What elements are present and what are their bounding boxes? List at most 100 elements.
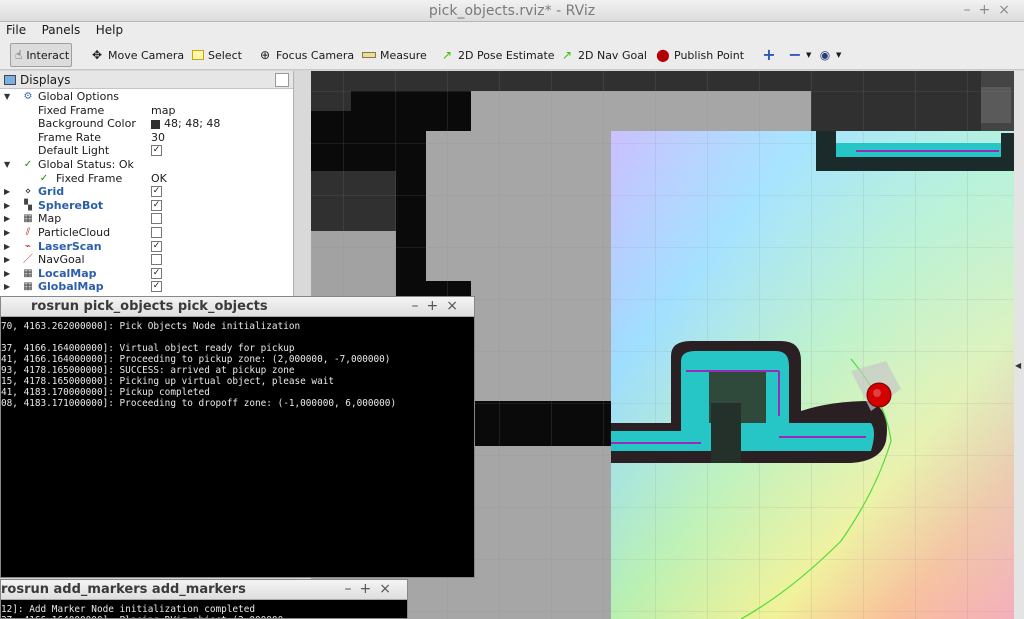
display-row[interactable]: ▶ ▦ LocalMap ✓ (0, 267, 292, 281)
terminal-controls: –+× (412, 298, 466, 314)
terminal-titlebar: rosrun add_markers add_markers –+× (1, 580, 407, 600)
menu-file[interactable]: File (0, 22, 32, 38)
select-tool-button[interactable]: Select (188, 43, 246, 67)
particle-cloud-icon: ⫽ (25, 227, 31, 238)
displays-close-box[interactable] (275, 73, 289, 87)
display-row[interactable]: ✓ Fixed Frame OK (0, 172, 292, 186)
minus-icon: − (788, 45, 802, 64)
display-row[interactable]: Default Light ✓ (0, 144, 292, 158)
display-row[interactable]: Background Color 48; 48; 48 (0, 117, 292, 131)
menu-panels[interactable]: Panels (36, 22, 87, 38)
close-icon[interactable]: × (379, 581, 399, 597)
close-icon[interactable]: × (446, 298, 466, 314)
collapsed-arrow-icon[interactable]: ▶ (4, 185, 12, 199)
display-name: LocalMap (38, 266, 97, 280)
measure-tool-button[interactable]: Measure (358, 43, 431, 67)
menu-help[interactable]: Help (90, 22, 129, 38)
display-row[interactable]: ▶ ／ NavGoal (0, 253, 292, 267)
display-name: NavGoal (38, 253, 85, 267)
display-row[interactable]: ▶ ▚ SphereBot ✓ (0, 199, 292, 213)
collapsed-arrow-icon[interactable]: ▶ (4, 280, 12, 294)
local-map-icon: ▦ (23, 267, 33, 279)
display-name: Default Light (38, 144, 110, 158)
collapsed-arrow-icon[interactable]: ▶ (4, 212, 12, 226)
display-row[interactable]: ▶ ⫽ ParticleCloud (0, 226, 292, 240)
collapse-arrow-icon[interactable]: ◀ (1015, 361, 1021, 370)
expanded-arrow-icon[interactable]: ▼ (4, 158, 12, 172)
display-name: Fixed Frame (56, 171, 123, 185)
display-name: Fixed Frame (38, 103, 105, 117)
display-name: Grid (38, 185, 65, 199)
collapsed-arrow-icon[interactable]: ▶ (4, 267, 12, 281)
view-options-button[interactable]: ◉ ▼ (814, 43, 845, 67)
terminal-output[interactable]: 70, 4163.262000000]: Pick Objects Node i… (1, 318, 474, 577)
display-row[interactable]: ▶ ⌁ LaserScan ✓ (0, 240, 292, 254)
terminal-titlebar: rosrun pick_objects pick_objects –+× (1, 297, 474, 317)
display-row[interactable]: ▶ ⋄ Grid ✓ (0, 185, 292, 199)
interact-tool-button[interactable]: ☝ Interact (10, 43, 72, 67)
close-icon[interactable]: × (998, 2, 1018, 18)
minimize-icon[interactable]: – (964, 2, 979, 18)
tool-label: Publish Point (674, 48, 745, 62)
collapsed-arrow-icon[interactable]: ▶ (4, 226, 12, 240)
display-row[interactable]: Fixed Frame map (0, 104, 292, 118)
pose-estimate-tool-button[interactable]: ↗ 2D Pose Estimate (436, 43, 559, 67)
enable-checkbox[interactable] (151, 254, 162, 266)
add-tool-button[interactable]: + (758, 43, 780, 67)
enable-checkbox[interactable]: ✓ (151, 281, 162, 293)
enable-checkbox[interactable] (151, 227, 162, 238)
display-row[interactable]: ▶ ▦ GlobalMap ✓ (0, 280, 292, 294)
select-icon (192, 50, 204, 60)
display-row[interactable]: ▼ ✓ Global Status: Ok (0, 158, 292, 172)
global-map-icon: ▦ (23, 281, 33, 293)
minimize-icon[interactable]: – (345, 581, 360, 597)
display-name: Global Options (38, 90, 120, 103)
eye-icon: ◉ (819, 48, 831, 62)
display-row[interactable]: Frame Rate 30 (0, 131, 292, 145)
display-value[interactable]: 48; 48; 48 (151, 117, 220, 131)
enable-checkbox[interactable]: ✓ (151, 199, 162, 211)
publish-point-tool-button[interactable]: ⬤ Publish Point (652, 43, 748, 67)
nav-goal-tool-button[interactable]: ↗ 2D Nav Goal (556, 43, 651, 67)
right-collapse-bar[interactable]: ◀ (1014, 71, 1024, 619)
minimize-icon[interactable]: – (412, 298, 427, 314)
move-camera-tool-button[interactable]: ✥ Move Camera (86, 43, 188, 67)
display-value[interactable]: map (151, 104, 175, 118)
maximize-icon[interactable]: + (427, 298, 447, 314)
terminal-output[interactable]: 12]: Add Marker Node initialization comp… (1, 601, 407, 618)
collapsed-arrow-icon[interactable]: ▶ (4, 240, 12, 254)
enable-checkbox[interactable]: ✓ (151, 186, 162, 198)
terminal-add-markers[interactable]: rosrun add_markers add_markers –+× 12]: … (0, 579, 408, 619)
maximize-icon[interactable]: + (360, 581, 380, 597)
color-swatch[interactable] (151, 119, 160, 129)
terminal-line: 12]: Add Marker Node initialization comp… (1, 604, 255, 615)
focus-camera-tool-button[interactable]: ⊕ Focus Camera (254, 43, 358, 67)
displays-title: Displays (20, 72, 71, 87)
remove-tool-button[interactable]: − ▼ (784, 43, 815, 67)
enable-checkbox[interactable] (151, 213, 162, 225)
collapsed-arrow-icon[interactable]: ▶ (4, 253, 12, 267)
displays-panel: Displays ▼ ⚙ Global Options Fixed Frame map B… (0, 71, 294, 297)
display-value[interactable]: 30 (151, 131, 165, 145)
gear-icon: ⚙ (23, 91, 33, 102)
terminal-line: 41, 4183.170000000]: Pickup completed (1, 387, 210, 398)
pose-estimate-arrow-icon: ↗ (441, 48, 453, 62)
robot-model-icon: ▚ (24, 199, 32, 211)
tool-label: Measure (380, 48, 427, 62)
tool-label: Select (208, 48, 242, 62)
enable-checkbox[interactable]: ✓ (151, 240, 162, 252)
display-value[interactable]: OK (151, 172, 167, 186)
collapsed-arrow-icon[interactable]: ▶ (4, 199, 12, 213)
window-title: pick_objects.rviz* - RViz (428, 3, 596, 19)
enable-checkbox[interactable]: ✓ (151, 145, 162, 157)
display-row[interactable]: ▼ ⚙ Global Options (0, 90, 292, 104)
terminal-line: 41, 4166.164000000]: Proceeding to picku… (1, 354, 391, 365)
enable-checkbox[interactable]: ✓ (151, 267, 162, 279)
maximize-icon[interactable]: + (979, 2, 999, 18)
terminal-pick-objects[interactable]: rosrun pick_objects pick_objects –+× 70,… (0, 296, 475, 578)
terminal-line: 37, 4166.164000000]: Virtual object read… (1, 343, 295, 354)
expanded-arrow-icon[interactable]: ▼ (4, 90, 12, 104)
display-row[interactable]: ▶ ▦ Map (0, 212, 292, 226)
tool-label: 2D Pose Estimate (458, 48, 555, 62)
